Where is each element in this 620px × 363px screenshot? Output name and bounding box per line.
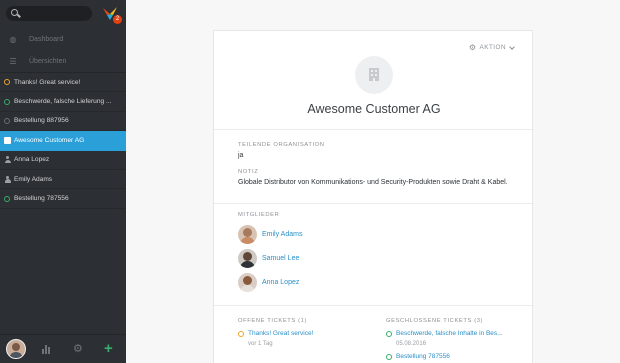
reports-icon[interactable] xyxy=(41,344,51,357)
task-label: Bestellung 887956 xyxy=(14,117,69,125)
note-value[interactable]: Globale Distributor von Kommunikations- … xyxy=(238,179,508,186)
shared-organization-value[interactable]: ja xyxy=(238,152,243,159)
open-tickets-label: OFFENE TICKETS (1) xyxy=(238,318,307,324)
organization-avatar xyxy=(355,56,393,94)
nav-overviews-label: Übersichten xyxy=(29,57,67,65)
divider xyxy=(214,203,534,204)
organization-icon xyxy=(4,136,11,144)
task-label: Awesome Customer AG xyxy=(14,136,85,144)
action-label: AKTION xyxy=(479,44,506,51)
task-item[interactable]: Anna Lopez xyxy=(0,151,126,170)
action-menu-button[interactable]: ⚙ AKTION xyxy=(468,43,515,52)
closed-ticket-item[interactable]: Beschwerde, falsche Inhalte in Bes... xyxy=(386,330,503,337)
avatar xyxy=(238,249,257,268)
ticket-status-icon xyxy=(386,330,392,337)
dashboard-icon: ◍ xyxy=(9,34,17,44)
member-name: Anna Lopez xyxy=(262,279,300,286)
divider xyxy=(214,305,534,306)
ticket-status-icon xyxy=(386,353,392,360)
closed-ticket-item[interactable]: Bestellung 787556 xyxy=(386,353,450,360)
task-item[interactable]: Bestellung 787556 xyxy=(0,189,126,209)
task-label: Thanks! Great service! xyxy=(14,78,81,86)
member-item[interactable]: Emily Adams xyxy=(238,225,302,244)
ticket-date: 05.08.2016 xyxy=(396,341,427,347)
ticket-status-icon xyxy=(4,195,10,202)
settings-gear-icon[interactable]: ⚙ xyxy=(73,342,83,355)
task-label: Emily Adams xyxy=(14,175,53,183)
avatar xyxy=(238,225,257,244)
task-label: Bestellung 787556 xyxy=(14,195,69,203)
nav-dashboard-label: Dashboard xyxy=(29,35,64,43)
task-item-active[interactable]: Awesome Customer AG xyxy=(0,131,126,151)
notification-badge: 2 xyxy=(113,15,122,24)
task-item[interactable]: Beschwerde, falsche Lieferung ... xyxy=(0,92,126,112)
current-user-avatar[interactable] xyxy=(6,339,26,359)
search-icon xyxy=(11,9,18,16)
member-name: Emily Adams xyxy=(262,231,303,238)
avatar xyxy=(238,273,257,292)
open-tasks-list: Thanks! Great service! Beschwerde, falsc… xyxy=(0,72,126,209)
ticket-status-icon xyxy=(4,98,10,105)
note-label: NOTIZ xyxy=(238,169,259,175)
task-label: Anna Lopez xyxy=(14,156,50,164)
nav-dashboard[interactable]: ◍ Dashboard xyxy=(0,28,126,50)
sidebar-footer: ⚙ + xyxy=(0,334,126,363)
member-item[interactable]: Samuel Lee xyxy=(238,249,299,268)
organization-profile-card: ⚙ AKTION Awesome Customer AG TEILENDE OR… xyxy=(213,30,534,363)
building-icon xyxy=(369,68,379,81)
ticket-title: Thanks! Great service! xyxy=(248,330,314,337)
search-input[interactable] xyxy=(6,6,92,21)
task-item[interactable]: Thanks! Great service! xyxy=(0,73,126,93)
task-item[interactable]: Emily Adams xyxy=(0,170,126,190)
ticket-status-icon xyxy=(4,117,10,124)
open-ticket-item[interactable]: Thanks! Great service! xyxy=(238,330,313,337)
main-navigation: ◍ Dashboard ☰ Übersichten xyxy=(0,28,126,72)
ticket-status-icon xyxy=(238,330,244,337)
closed-tickets-label: GESCHLOSSENE TICKETS (3) xyxy=(386,318,484,324)
divider xyxy=(214,129,534,130)
shared-organization-label: TEILENDE ORGANISATION xyxy=(238,142,325,148)
add-icon[interactable]: + xyxy=(104,340,113,357)
members-label: MITGLIEDER xyxy=(238,212,280,218)
organization-name: Awesome Customer AG xyxy=(307,102,441,116)
chevron-down-icon xyxy=(509,43,515,50)
ticket-title: Beschwerde, falsche Inhalte in Bes... xyxy=(396,330,503,337)
list-icon: ☰ xyxy=(9,56,17,66)
user-icon xyxy=(4,175,11,183)
member-name: Samuel Lee xyxy=(262,255,300,262)
member-item[interactable]: Anna Lopez xyxy=(238,273,299,292)
app-logo[interactable]: 2 xyxy=(101,5,122,24)
user-icon xyxy=(4,156,11,164)
sidebar: 2 ◍ Dashboard ☰ Übersichten Thanks! Grea… xyxy=(0,0,126,363)
task-label: Beschwerde, falsche Lieferung ... xyxy=(14,98,112,106)
ticket-status-icon xyxy=(4,79,10,86)
ticket-title: Bestellung 787556 xyxy=(396,353,450,360)
nav-overviews[interactable]: ☰ Übersichten xyxy=(0,50,126,72)
task-item[interactable]: Bestellung 887956 xyxy=(0,112,126,132)
ticket-age: vor 1 Tag xyxy=(248,341,273,347)
gear-icon: ⚙ xyxy=(468,43,477,52)
